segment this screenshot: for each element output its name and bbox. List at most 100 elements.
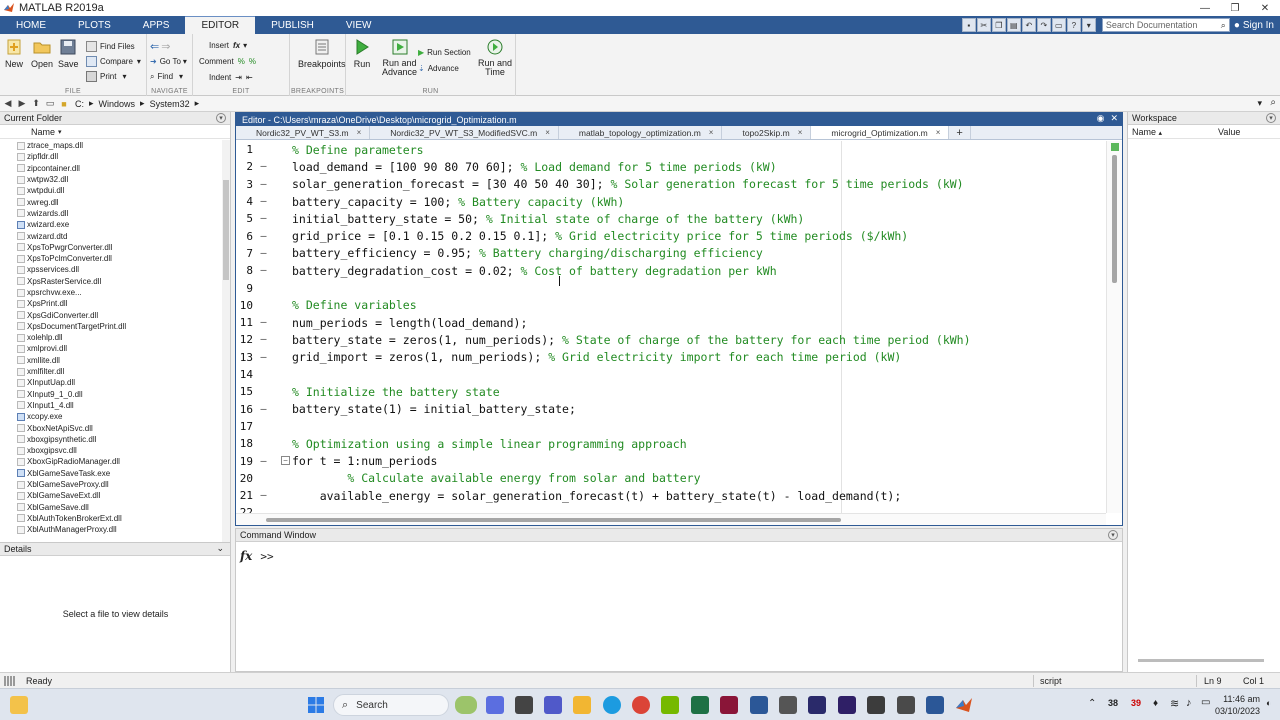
file-list-item[interactable]: xboxgipsynthetic.dll [0,434,223,445]
editor-vertical-scrollbar[interactable] [1106,141,1122,513]
close-tab-icon[interactable]: × [709,128,714,137]
close-window-button[interactable]: ✕ [1250,0,1280,16]
command-window[interactable]: Command Window ▾ fx >> [235,528,1123,672]
scrollbar-thumb[interactable] [266,518,841,522]
panel-actions-icon[interactable]: ▾ [216,113,226,123]
close-tab-icon[interactable]: × [936,128,941,137]
add-tab-button[interactable]: + [949,126,971,139]
comment-button[interactable]: Comment % % [199,55,256,68]
address-dropdown-icon[interactable]: ▾ [1257,98,1262,109]
file-list-item[interactable]: XboxGipRadioManager.dll [0,456,223,467]
battery-icon[interactable]: ▭ [1201,697,1210,708]
code-area[interactable]: 1% Define parameters 2— load_demand = [100… [236,141,1106,513]
after-effects-icon[interactable] [838,696,856,714]
breakpoints-button[interactable]: Breakpoints [298,38,346,69]
tab-plots[interactable]: PLOTS [62,16,127,34]
app-icon[interactable] [867,696,885,714]
store-icon[interactable] [750,696,768,714]
code-line[interactable]: 7— battery_efficiency = 0.95; % Battery c… [236,245,1106,262]
editor-tab[interactable]: Nordic32_PV_WT_S3.m × [236,126,371,139]
maximize-button[interactable]: ❐ [1220,0,1250,16]
details-collapse-icon[interactable]: ⌄ [216,543,224,554]
forward-arrow-icon[interactable]: ▶ [16,98,28,110]
copilot-icon[interactable] [486,696,504,714]
file-list-item[interactable]: xpsrchvw.exe... [0,287,223,298]
code-line[interactable]: 12— battery_state = zeros(1, num_periods)… [236,331,1106,348]
edge-icon[interactable] [603,696,621,714]
file-list-item[interactable]: xwizard.exe [0,219,223,230]
advance-button[interactable]: ⇣ Advance [418,62,459,75]
code-line[interactable]: 15 % Initialize the battery state [236,383,1106,400]
file-list-item[interactable]: XpsToPwgrConverter.dll [0,242,223,253]
breakpoint-marker[interactable]: — [253,490,274,501]
panel-actions-icon[interactable]: ▾ [1266,113,1276,123]
back-arrow-icon[interactable]: ◀ [2,98,14,110]
workspace-name-column[interactable]: Name ▴ [1128,127,1214,137]
current-folder-column-header[interactable]: Name ▾ [0,125,230,139]
matlab-taskbar-icon[interactable] [955,696,973,714]
code-line[interactable]: 5— initial_battery_state = 50; % Initial … [236,210,1106,227]
breakpoint-marker[interactable]: — [253,161,274,172]
editor-tab[interactable]: microgrid_Optimization.m × [811,126,950,139]
code-line[interactable]: 17 [236,418,1106,435]
widgets-icon[interactable] [10,696,28,714]
editor-tab[interactable]: topo2Skip.m × [722,126,812,139]
undo-icon[interactable]: ↶ [1021,18,1036,32]
code-line[interactable]: 19— for t = 1:num_periods [236,452,1106,469]
breadcrumb-windows[interactable]: Windows [99,99,136,109]
file-list-item[interactable]: XblGameSave.dll [0,502,223,513]
tab-apps[interactable]: APPS [127,16,186,34]
breadcrumb-drive[interactable]: C: [75,99,84,109]
tab-home[interactable]: HOME [0,16,62,34]
tab-publish[interactable]: PUBLISH [255,16,330,34]
run-and-time-button[interactable]: Run and Time [478,38,512,77]
microphone-icon[interactable]: ♦ [1153,698,1158,709]
layout-icon[interactable]: ▭ [1051,18,1066,32]
code-analyzer-ok-icon[interactable] [1111,143,1119,151]
find-button[interactable]: ⌕ Find ▾ [150,70,183,83]
teams-icon[interactable] [544,696,562,714]
scrollbar-thumb[interactable] [223,180,229,280]
code-line[interactable]: 14 [236,366,1106,383]
editor-close-icon[interactable]: ✕ [1110,113,1118,124]
file-list-item[interactable]: zipcontainer.dll [0,163,223,174]
file-list-item[interactable]: XpsPrint.dll [0,298,223,309]
close-tab-icon[interactable]: × [798,128,803,137]
file-list-item[interactable]: XInput1_4.dll [0,400,223,411]
run-and-advance-button[interactable]: Run and Advance [382,38,417,77]
scrollbar-thumb[interactable] [1112,155,1117,283]
clock[interactable]: 11:46 am 03/10/2023 [1214,693,1260,717]
file-list-item[interactable]: XblAuthTokenBrokerExt.dll [0,513,223,524]
file-list-item[interactable]: XpsGdiConverter.dll [0,309,223,320]
file-list-item[interactable]: xwtpw32.dll [0,174,223,185]
file-list-item[interactable]: xwreg.dll [0,196,223,207]
calendar-icon[interactable] [779,696,797,714]
minimize-button[interactable]: — [1190,0,1220,16]
code-line[interactable]: 22 [236,504,1106,513]
file-list-item[interactable]: xmllite.dll [0,355,223,366]
code-line[interactable]: 21— available_energy = solar_generation_… [236,487,1106,504]
copy-icon[interactable]: ❐ [991,18,1006,32]
close-tab-icon[interactable]: × [357,128,362,137]
file-list-item[interactable]: xwizards.dll [0,208,223,219]
file-list-item[interactable]: xwtpdui.dll [0,185,223,196]
browse-folder-icon[interactable]: ▭ [44,98,56,110]
code-line[interactable]: 20 % Calculate available energy from sol… [236,470,1106,487]
indent-button[interactable]: Indent ⇥ ⇤ [209,71,253,84]
file-list-item[interactable]: xmlprovi.dll [0,343,223,354]
save-button[interactable]: Save [58,38,79,69]
code-line[interactable]: 2— load_demand = [100 90 80 70 60]; % Loa… [236,158,1106,175]
code-line[interactable]: 10 % Define variables [236,297,1106,314]
file-list-item[interactable]: ztrace_maps.dll [0,140,223,151]
task-view-icon[interactable] [515,696,533,714]
find-files-button[interactable]: Find Files [86,40,135,53]
windows-start-icon[interactable] [307,696,325,714]
file-list-item[interactable]: XblGameSaveExt.dll [0,490,223,501]
code-line[interactable]: 6— grid_price = [0.1 0.15 0.2 0.15 0.1]; … [236,228,1106,245]
nvidia-icon[interactable] [661,696,679,714]
tray-badge-2[interactable]: 39 [1131,698,1141,708]
search-documentation-input[interactable]: Search Documentation ⌕ [1101,18,1230,32]
paste-icon[interactable]: ▤ [1006,18,1021,32]
file-list-item[interactable]: zipfldr.dll [0,151,223,162]
breakpoint-marker[interactable]: — [253,352,274,363]
